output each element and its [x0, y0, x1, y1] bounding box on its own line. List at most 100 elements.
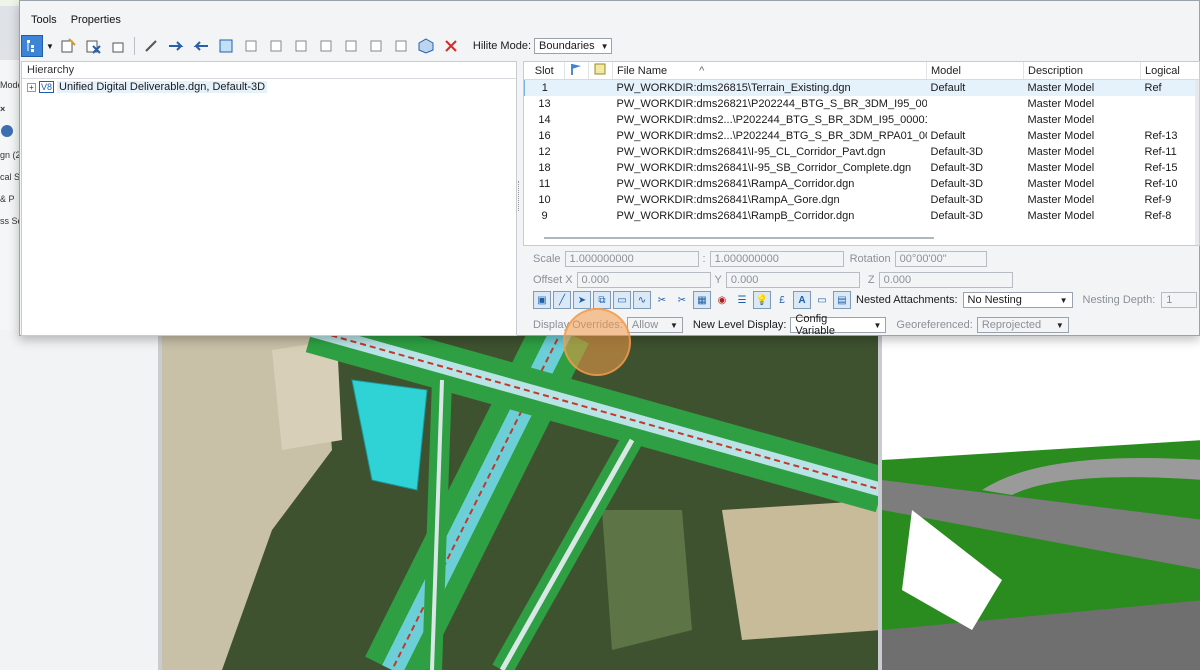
copy-reference-icon[interactable]: [190, 35, 212, 57]
plan-view-map[interactable]: [158, 330, 878, 670]
column-header-file-name[interactable]: File Name ^: [612, 62, 927, 80]
panel-splitter[interactable]: [518, 181, 521, 211]
message-icon[interactable]: ▭: [813, 291, 831, 309]
expand-icon[interactable]: +: [27, 82, 36, 92]
clip-mask-icon[interactable]: [340, 35, 362, 57]
presentation-icon[interactable]: [588, 62, 613, 80]
text-annotation-icon[interactable]: £: [773, 291, 791, 309]
hierarchy-toggle-icon[interactable]: [21, 35, 43, 57]
column-header-logical[interactable]: Logical: [1140, 62, 1199, 80]
table-row[interactable]: 9 PW_WORKDIR:dms26841\RampB_Corridor.dgn…: [525, 208, 1200, 224]
horizontal-scrollbar[interactable]: [544, 237, 934, 239]
3d-view[interactable]: [878, 330, 1200, 670]
table-row[interactable]: 12 PW_WORKDIR:dms26841\I-95_CL_Corridor_…: [525, 144, 1200, 160]
grid-toggle-icon[interactable]: ▦: [693, 291, 711, 309]
detach-reference-icon[interactable]: [82, 35, 104, 57]
close-icon[interactable]: ×: [0, 104, 5, 114]
cell-file-name: PW_WORKDIR:dms26841\I-95_SB_Corridor_Com…: [616, 161, 912, 174]
cell-flag: [565, 160, 589, 176]
table-row[interactable]: 11 PW_WORKDIR:dms26841\RampA_Corridor.dg…: [525, 176, 1200, 192]
attach-reference-icon[interactable]: [57, 35, 79, 57]
mirror-vertical-icon[interactable]: [290, 35, 312, 57]
nested-attachments-value: No Nesting: [967, 294, 1022, 306]
column-header-model[interactable]: Model: [926, 62, 1024, 80]
menu-tools[interactable]: Tools: [31, 14, 57, 26]
clip-front-icon[interactable]: [390, 35, 412, 57]
font-icon[interactable]: A: [793, 291, 811, 309]
clip-boundary-icon[interactable]: [315, 35, 337, 57]
cell-model: Default-3D: [930, 209, 984, 222]
display-toggle-icon[interactable]: ▣: [533, 291, 551, 309]
hierarchy-root-item[interactable]: + V8 Unified Digital Deliverable.dgn, De…: [22, 79, 516, 95]
menu-properties[interactable]: Properties: [71, 14, 121, 26]
cell-logical: Ref-9: [1144, 193, 1172, 206]
scale-input-1[interactable]: 1.000000000: [564, 251, 699, 267]
cell-logical: [1141, 96, 1200, 112]
table-row[interactable]: 10 PW_WORKDIR:dms26841\RampA_Gore.dgn De…: [525, 192, 1200, 208]
cell-slot: 1: [524, 79, 565, 96]
close-red-icon[interactable]: [440, 35, 462, 57]
table-row[interactable]: 13 PW_WORKDIR:dms26821\P202244_BTG_S_BR_…: [525, 96, 1200, 112]
move-reference-icon[interactable]: [165, 35, 187, 57]
offset-x-input[interactable]: 0.000: [576, 272, 711, 288]
rotation-input[interactable]: 00°00'00": [894, 251, 987, 267]
scissors-icon[interactable]: ✂: [673, 291, 691, 309]
nesting-depth-input[interactable]: 1: [1161, 292, 1198, 308]
offset-y-input[interactable]: 0.000: [725, 272, 860, 288]
cell-presentation: [589, 192, 613, 208]
new-level-display-select[interactable]: Config Variable ▼: [790, 313, 887, 337]
reload-reference-icon[interactable]: [107, 35, 129, 57]
3d-cube-icon[interactable]: [415, 35, 437, 57]
display-overrides-select[interactable]: Allow ▼: [626, 317, 683, 333]
cell-description: Master Model: [1027, 193, 1095, 206]
offset-row: Offset X 0.000 Y 0.000 Z 0.000: [533, 272, 1013, 288]
scale-reference-icon[interactable]: [215, 35, 237, 57]
table-row[interactable]: 1 PW_WORKDIR:dms26815\Terrain_Existing.d…: [524, 79, 1199, 96]
cell-flag: [564, 79, 589, 96]
offset-z-input[interactable]: 0.000: [878, 272, 1013, 288]
cell-file-name: PW_WORKDIR:dms26841\RampB_Corridor.dgn: [616, 209, 855, 222]
exchange-reference-icon[interactable]: [140, 35, 162, 57]
chevron-down-icon: ▼: [1055, 320, 1064, 330]
column-header-description[interactable]: Description: [1023, 62, 1141, 80]
cell-file-name: PW_WORKDIR:dms26841\I-95_CL_Corridor_Pav…: [616, 145, 886, 158]
cell-slot: 18: [538, 161, 551, 174]
true-scale-icon[interactable]: ⧉: [593, 291, 611, 309]
properties-icon[interactable]: ☰: [733, 291, 751, 309]
cell-description: Master Model: [1027, 177, 1095, 190]
raster-icon[interactable]: ▤: [833, 291, 851, 309]
scale-input-2[interactable]: 1.000000000: [709, 251, 844, 267]
table-row[interactable]: 18 PW_WORKDIR:dms26841\I-95_SB_Corridor_…: [525, 160, 1200, 176]
hilite-mode-label: Hilite Mode:: [472, 40, 531, 52]
column-header-slot[interactable]: Slot: [524, 62, 565, 80]
locate-toggle-icon[interactable]: ➤: [573, 291, 591, 309]
clip-delete-icon[interactable]: [365, 35, 387, 57]
scale-row: Scale 1.000000000 : 1.000000000 Rotation…: [533, 251, 987, 267]
ignore-attachment-icon[interactable]: ∿: [633, 291, 651, 309]
lines-toggle-icon[interactable]: ✂: [653, 291, 671, 309]
lightbulb-icon[interactable]: 💡: [753, 291, 771, 309]
mirror-horizontal-icon[interactable]: [265, 35, 287, 57]
cell-slot: 11: [538, 177, 551, 190]
cell-flag: [565, 176, 589, 192]
cell-flag: [565, 128, 589, 144]
chevron-down-icon[interactable]: ▼: [46, 42, 54, 51]
offset-x-label: Offset X: [533, 274, 573, 286]
table-row[interactable]: 14 PW_WORKDIR:dms2...\P202244_BTG_S_BR_3…: [525, 112, 1200, 128]
red-circle-icon[interactable]: ◉: [713, 291, 731, 309]
vertical-scrollbar[interactable]: [1195, 80, 1199, 245]
cell-file-name: PW_WORKDIR:dms2...\P202244_BTG_S_BR_3DM_…: [616, 129, 927, 142]
table-row[interactable]: 16 PW_WORKDIR:dms2...\P202244_BTG_S_BR_3…: [525, 128, 1200, 144]
cell-slot: 9: [541, 209, 548, 222]
snap-toggle-icon[interactable]: ╱: [553, 291, 571, 309]
nested-attachments-select[interactable]: No Nesting ▼: [962, 292, 1073, 308]
cell-presentation: [589, 160, 613, 176]
rotate-reference-icon[interactable]: [240, 35, 262, 57]
hilite-mode-select[interactable]: Boundaries ▼: [534, 38, 612, 54]
hilite-mode-value: Boundaries: [539, 40, 595, 52]
clip-toggle-icon[interactable]: ▭: [613, 291, 631, 309]
cell-slot: 16: [538, 129, 551, 142]
cell-logical: Ref-10: [1144, 177, 1178, 190]
georeferenced-select[interactable]: Reprojected ▼: [976, 317, 1069, 333]
flag-icon[interactable]: [564, 62, 589, 80]
